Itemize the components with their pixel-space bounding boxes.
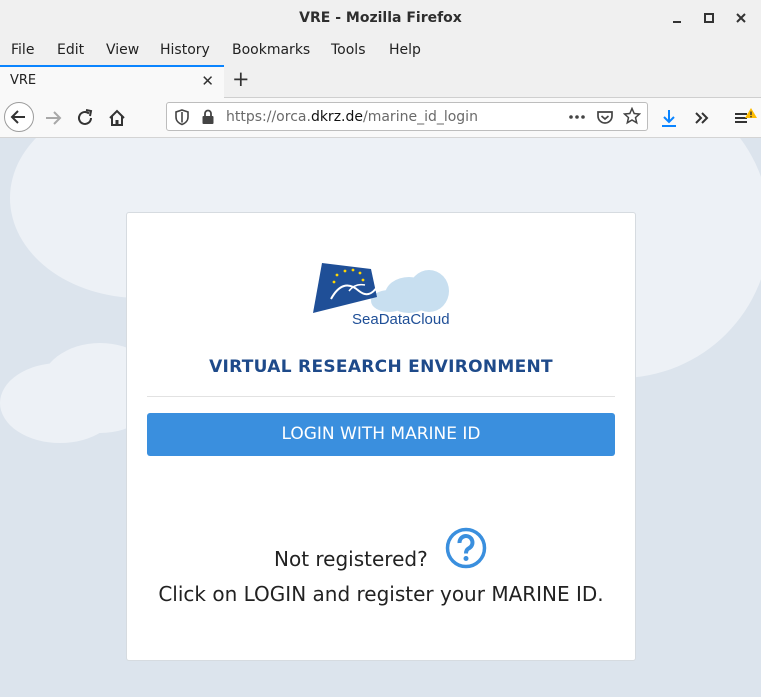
back-icon[interactable] bbox=[4, 102, 34, 132]
title-bar: VRE - Mozilla Firefox bbox=[0, 0, 761, 37]
download-icon[interactable] bbox=[658, 107, 680, 129]
url-bar[interactable]: https://orca.dkrz.de/marine_id_login bbox=[166, 102, 648, 131]
close-icon[interactable] bbox=[732, 9, 750, 27]
divider bbox=[147, 396, 615, 397]
navigation-bar: https://orca.dkrz.de/marine_id_login bbox=[0, 98, 761, 138]
pocket-icon[interactable] bbox=[596, 108, 614, 130]
reload-icon[interactable] bbox=[74, 107, 96, 129]
logo-text: SeaDataCloud bbox=[352, 311, 450, 327]
menu-bookmarks[interactable]: Bookmarks bbox=[232, 42, 310, 58]
lock-icon[interactable] bbox=[201, 108, 215, 130]
seadatacloud-logo: SeaDataCloud bbox=[313, 263, 450, 327]
question-mark-icon[interactable] bbox=[445, 527, 487, 569]
login-with-marine-id-button[interactable]: LOGIN WITH MARINE ID bbox=[147, 413, 615, 456]
login-card: SeaDataCloud VIRTUAL RESEARCH ENVIRONMEN… bbox=[126, 212, 636, 661]
overflow-icon[interactable] bbox=[690, 107, 712, 129]
tab-label: VRE bbox=[10, 73, 37, 88]
bookmark-star-icon[interactable] bbox=[622, 106, 642, 129]
minimize-icon[interactable] bbox=[668, 9, 686, 27]
home-icon[interactable] bbox=[106, 107, 128, 129]
more-icon[interactable] bbox=[567, 108, 587, 130]
menu-file[interactable]: File bbox=[11, 42, 34, 58]
url-domain: dkrz.de bbox=[310, 109, 363, 125]
registration-instructions: Click on LOGIN and register your MARINE … bbox=[158, 582, 604, 606]
new-tab-icon[interactable]: + bbox=[232, 67, 250, 91]
tab-close-icon[interactable]: ✕ bbox=[201, 72, 214, 90]
url-path: /marine_id_login bbox=[363, 109, 478, 125]
page-content: SeaDataCloud VIRTUAL RESEARCH ENVIRONMEN… bbox=[0, 138, 761, 697]
menu-help[interactable]: Help bbox=[389, 42, 421, 58]
menu-icon[interactable] bbox=[732, 107, 757, 129]
menu-view[interactable]: View bbox=[106, 42, 139, 58]
menu-edit[interactable]: Edit bbox=[57, 42, 84, 58]
tab-bar: VRE ✕ + bbox=[0, 65, 761, 98]
forward-icon[interactable] bbox=[42, 107, 64, 129]
window-title: VRE - Mozilla Firefox bbox=[299, 10, 462, 26]
menu-history[interactable]: History bbox=[160, 42, 210, 58]
maximize-icon[interactable] bbox=[700, 9, 718, 27]
page-heading: VIRTUAL RESEARCH ENVIRONMENT bbox=[209, 357, 553, 377]
not-registered-text: Not registered? bbox=[274, 547, 428, 571]
tab-vre[interactable]: VRE ✕ bbox=[0, 65, 224, 98]
shield-icon[interactable] bbox=[174, 108, 190, 130]
menu-bar: File Edit View History Bookmarks Tools H… bbox=[0, 37, 761, 65]
menu-tools[interactable]: Tools bbox=[331, 42, 366, 58]
url-text[interactable]: https://orca.dkrz.de/marine_id_login bbox=[226, 109, 478, 125]
url-prefix: https://orca. bbox=[226, 109, 311, 125]
